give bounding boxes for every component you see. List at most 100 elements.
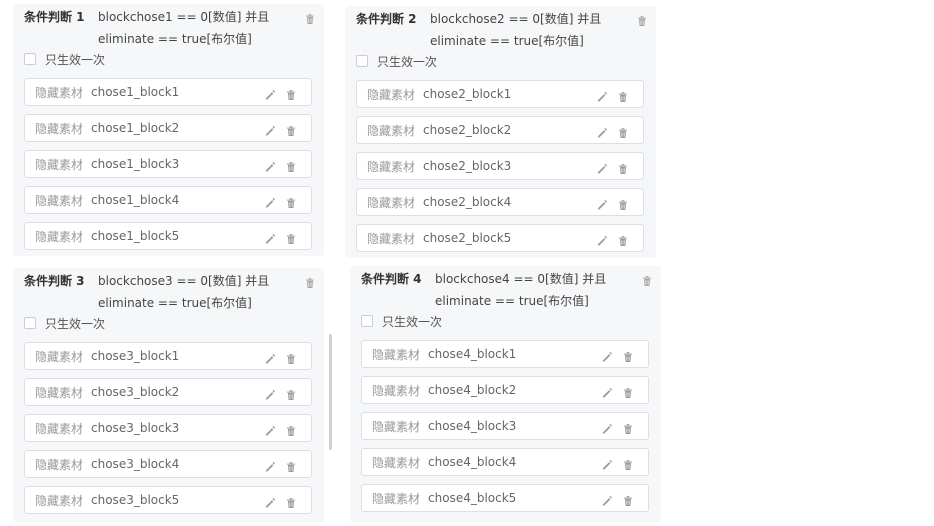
pencil-icon[interactable] xyxy=(264,458,276,472)
trash-icon[interactable] xyxy=(285,386,297,400)
block-row[interactable]: 隐藏素材 chose3_block2 xyxy=(24,378,312,406)
pencil-icon[interactable] xyxy=(264,230,276,244)
once-option[interactable]: 只生效一次 xyxy=(24,312,324,334)
row-actions xyxy=(601,420,634,434)
pencil-icon[interactable] xyxy=(601,492,613,506)
trash-icon[interactable] xyxy=(285,350,297,364)
block-row[interactable]: 隐藏素材 chose1_block5 xyxy=(24,222,312,250)
block-row[interactable]: 隐藏素材 chose1_block4 xyxy=(24,186,312,214)
pencil-icon[interactable] xyxy=(264,86,276,100)
pencil-icon[interactable] xyxy=(264,194,276,208)
scrollbar[interactable] xyxy=(329,334,332,450)
block-row[interactable]: 隐藏素材 chose2_block3 xyxy=(356,152,644,180)
once-checkbox[interactable] xyxy=(24,317,36,329)
pencil-icon[interactable] xyxy=(264,494,276,508)
condition-line-1: blockchose4 == 0[数值] 并且 xyxy=(435,272,607,286)
trash-icon[interactable] xyxy=(636,12,648,26)
pencil-icon[interactable] xyxy=(264,386,276,400)
panel-header: 条件判断 1 blockchose1 == 0[数值] 并且 eliminate… xyxy=(13,4,324,48)
pencil-icon[interactable] xyxy=(601,420,613,434)
pencil-icon[interactable] xyxy=(601,456,613,470)
trash-icon[interactable] xyxy=(285,194,297,208)
pencil-icon[interactable] xyxy=(596,124,608,138)
pencil-icon[interactable] xyxy=(601,348,613,362)
condition-panel: 条件判断 1 blockchose1 == 0[数值] 并且 eliminate… xyxy=(13,4,324,256)
row-actions xyxy=(596,232,629,246)
block-name: chose4_block3 xyxy=(428,419,517,433)
trash-icon[interactable] xyxy=(617,160,629,174)
once-option[interactable]: 只生效一次 xyxy=(356,50,656,72)
pencil-icon[interactable] xyxy=(264,122,276,136)
block-list: 隐藏素材 chose2_block1 隐藏素材 chose2_block2 隐藏… xyxy=(345,80,656,252)
once-checkbox[interactable] xyxy=(361,315,373,327)
block-action-type: 隐藏素材 xyxy=(372,491,421,506)
trash-icon[interactable] xyxy=(622,492,634,506)
trash-icon[interactable] xyxy=(285,230,297,244)
block-action-type: 隐藏素材 xyxy=(35,493,84,508)
trash-icon[interactable] xyxy=(285,158,297,172)
block-row[interactable]: 隐藏素材 chose3_block5 xyxy=(24,486,312,514)
block-row[interactable]: 隐藏素材 chose2_block4 xyxy=(356,188,644,216)
trash-icon[interactable] xyxy=(622,420,634,434)
pencil-icon[interactable] xyxy=(596,232,608,246)
trash-icon[interactable] xyxy=(304,10,316,24)
condition-line-1: blockchose3 == 0[数值] 并且 xyxy=(98,274,270,288)
block-row[interactable]: 隐藏素材 chose3_block4 xyxy=(24,450,312,478)
block-action-type: 隐藏素材 xyxy=(35,229,84,244)
row-actions xyxy=(601,492,634,506)
row-actions xyxy=(264,122,297,136)
once-checkbox[interactable] xyxy=(356,55,368,67)
condition-text: blockchose3 == 0[数值] 并且 eliminate == tru… xyxy=(98,270,269,314)
block-action-type: 隐藏素材 xyxy=(35,385,84,400)
block-row[interactable]: 隐藏素材 chose2_block2 xyxy=(356,116,644,144)
block-row[interactable]: 隐藏素材 chose2_block5 xyxy=(356,224,644,252)
block-action-type: 隐藏素材 xyxy=(367,123,416,138)
block-row[interactable]: 隐藏素材 chose3_block3 xyxy=(24,414,312,442)
trash-icon[interactable] xyxy=(285,422,297,436)
block-name: chose1_block1 xyxy=(91,85,180,99)
pencil-icon[interactable] xyxy=(264,422,276,436)
block-name: chose4_block1 xyxy=(428,347,517,361)
once-checkbox[interactable] xyxy=(24,53,36,65)
block-name: chose3_block3 xyxy=(91,421,180,435)
once-option[interactable]: 只生效一次 xyxy=(24,48,324,70)
trash-icon[interactable] xyxy=(641,272,653,286)
trash-icon[interactable] xyxy=(285,86,297,100)
trash-icon[interactable] xyxy=(285,122,297,136)
trash-icon[interactable] xyxy=(622,456,634,470)
pencil-icon[interactable] xyxy=(601,384,613,398)
once-option[interactable]: 只生效一次 xyxy=(361,310,661,332)
pencil-icon[interactable] xyxy=(264,158,276,172)
condition-line-1: blockchose2 == 0[数值] 并且 xyxy=(430,12,602,26)
block-row[interactable]: 隐藏素材 chose1_block3 xyxy=(24,150,312,178)
block-row[interactable]: 隐藏素材 chose4_block2 xyxy=(361,376,649,404)
pencil-icon[interactable] xyxy=(596,88,608,102)
block-row[interactable]: 隐藏素材 chose3_block1 xyxy=(24,342,312,370)
trash-icon[interactable] xyxy=(622,348,634,362)
pencil-icon[interactable] xyxy=(596,160,608,174)
row-actions xyxy=(596,160,629,174)
trash-icon[interactable] xyxy=(304,274,316,288)
block-row[interactable]: 隐藏素材 chose4_block1 xyxy=(361,340,649,368)
trash-icon[interactable] xyxy=(617,124,629,138)
row-actions xyxy=(264,158,297,172)
row-actions xyxy=(264,422,297,436)
block-row[interactable]: 隐藏素材 chose1_block2 xyxy=(24,114,312,142)
pencil-icon[interactable] xyxy=(596,196,608,210)
trash-icon[interactable] xyxy=(622,384,634,398)
block-name: chose4_block2 xyxy=(428,383,517,397)
trash-icon[interactable] xyxy=(617,232,629,246)
block-row[interactable]: 隐藏素材 chose4_block5 xyxy=(361,484,649,512)
block-name: chose3_block5 xyxy=(91,493,180,507)
panel-header: 条件判断 2 blockchose2 == 0[数值] 并且 eliminate… xyxy=(345,6,656,50)
block-row[interactable]: 隐藏素材 chose2_block1 xyxy=(356,80,644,108)
block-row[interactable]: 隐藏素材 chose4_block3 xyxy=(361,412,649,440)
block-row[interactable]: 隐藏素材 chose1_block1 xyxy=(24,78,312,106)
trash-icon[interactable] xyxy=(285,458,297,472)
trash-icon[interactable] xyxy=(285,494,297,508)
row-actions xyxy=(264,494,297,508)
pencil-icon[interactable] xyxy=(264,350,276,364)
block-row[interactable]: 隐藏素材 chose4_block4 xyxy=(361,448,649,476)
trash-icon[interactable] xyxy=(617,88,629,102)
trash-icon[interactable] xyxy=(617,196,629,210)
